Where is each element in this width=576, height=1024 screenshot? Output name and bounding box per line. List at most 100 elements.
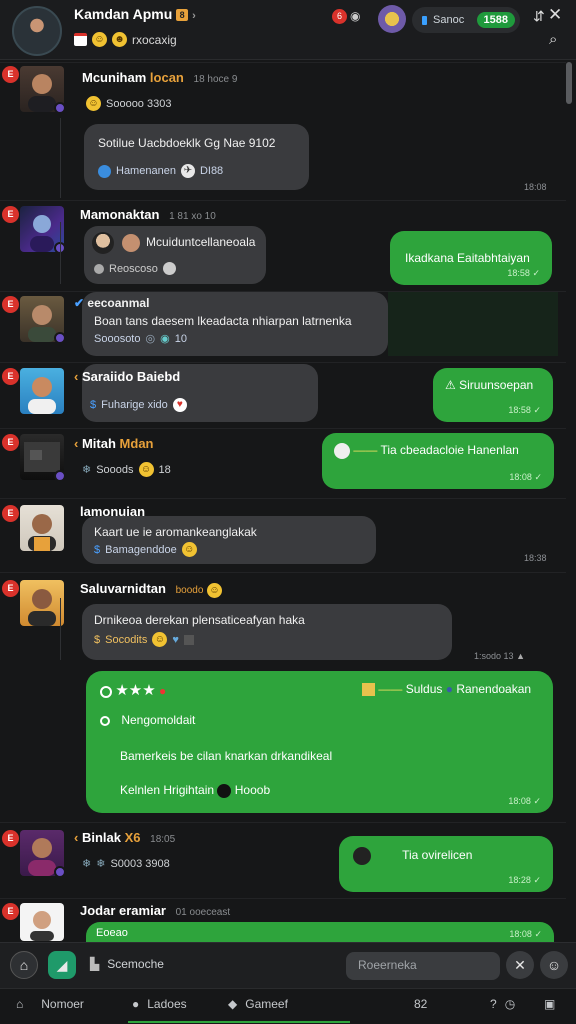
heart-icon: ♥ (172, 633, 179, 646)
timestamp: 1:sodo 13 ▲ (474, 651, 525, 661)
bell-icon: ▲ (516, 651, 525, 661)
chart-icon: ▙ (90, 957, 100, 971)
card-header-right: —— Suldus ● Ranendoakan (362, 682, 532, 697)
sender-name: ✔ eecoanmal (74, 296, 149, 310)
tools-icon[interactable]: ✕ (506, 951, 534, 979)
timestamp-text: 18:58 (508, 405, 531, 415)
avatar[interactable] (20, 296, 64, 342)
message-sub: $ Bamagenddoe ☺ (94, 542, 197, 557)
timestamp: 18:08 ✓ (508, 796, 541, 807)
nav-item-counter[interactable]: 82 (414, 997, 427, 1011)
composer-label[interactable]: ▙ Scemoche (90, 957, 164, 971)
outgoing-bubble[interactable]: ⚠ Siruunsoepan 18:58 ✓ (433, 368, 553, 422)
home-icon[interactable]: ⌂ (10, 951, 38, 979)
header-subtitle: ☺ ☻ rxocaxig (74, 32, 177, 47)
status-pill[interactable]: Sanoc 1588 (412, 7, 520, 33)
signal-icon (422, 15, 427, 25)
notification-badge[interactable]: 6 (332, 9, 347, 24)
sender-name-text: Binlak (81, 830, 121, 845)
person-icon (28, 589, 56, 626)
status-pill-count: 1588 (476, 12, 515, 28)
sender-name-alt: locan (149, 70, 184, 85)
header-title-badge: 8 (176, 9, 189, 22)
heart-icon: ♥ (172, 398, 187, 412)
nav-label: 82 (414, 997, 428, 1011)
nav-item-games[interactable]: ◆ Gameef (228, 997, 288, 1011)
message-text: Sotilue Uacbdoeklk Gg Nae 9102 (98, 136, 276, 150)
unread-badge: E (2, 206, 19, 223)
avatar[interactable] (20, 206, 64, 252)
sender-name-text: Mitah (81, 436, 116, 451)
avatar[interactable] (20, 580, 64, 626)
emoji-icon[interactable]: ☺ (540, 951, 568, 979)
outgoing-bubble[interactable]: Tia ovirelicen 18:28 ✓ (339, 836, 553, 892)
card-title-right2: Ranendoakan (456, 682, 532, 696)
sticker-icon[interactable]: ◢ (48, 951, 76, 979)
outgoing-bubble[interactable]: Ikadkana Eaitabhtaiyan 18:58 ✓ (390, 231, 552, 285)
message-input[interactable]: Roeerneka (346, 952, 500, 980)
avatar[interactable] (20, 434, 64, 480)
sender-name: Jodar eramiar 01 ooeceast (80, 903, 230, 918)
snowflake-icon: ❄ (82, 858, 92, 870)
card-rating: ★★★ (115, 682, 156, 699)
message-sub: Sooosoto ◎ ◉ 10 (94, 332, 187, 346)
nav-item-home[interactable]: ⌂ Nomoer (16, 997, 84, 1011)
clock-icon (217, 783, 232, 798)
message-bubble[interactable]: ‹ Saraiido Baiebd $ Fuharige xido ♥ (74, 364, 318, 422)
scrollbar[interactable] (566, 62, 572, 104)
dollar-icon: $ (94, 633, 101, 646)
avatar[interactable] (20, 505, 64, 551)
sender-name-alt: X6 (124, 830, 141, 845)
message-sub-text: Hamenanen (116, 165, 176, 177)
message-bubble[interactable]: ✔ eecoanmal Boan tans daesem lkeadacta n… (74, 292, 388, 356)
message-bubble[interactable]: Drnikeoa derekan plensaticeafyan haka $ … (82, 604, 452, 660)
sort-icon[interactable]: ⇵ (533, 8, 545, 25)
outgoing-bubble[interactable]: Eoeao 18:08 ✓ (86, 922, 554, 942)
avatar[interactable] (20, 368, 64, 414)
sender-name-text: Mamonaktan (80, 207, 160, 222)
sender-name-text: Saraiido Baiebd (81, 369, 181, 384)
group-avatar[interactable] (378, 5, 406, 33)
reaction-icon: ◎ (145, 333, 156, 345)
avatar[interactable] (20, 830, 64, 876)
eye-icon[interactable]: ◉ (350, 9, 360, 23)
avatar[interactable] (20, 903, 64, 941)
home-icon: ⌂ (16, 997, 24, 1011)
check-icon: ✓ (534, 472, 542, 482)
nav-active-indicator (128, 1021, 350, 1023)
presence-dot (54, 332, 64, 342)
check-icon: ✓ (532, 268, 540, 278)
nav-item-people[interactable]: ● Ladoes (132, 997, 187, 1011)
nav-item-actions[interactable]: ? ◷ (490, 997, 515, 1011)
card-line-text: Hooob (234, 783, 271, 797)
stop-icon (183, 634, 194, 645)
sender-name: Mamonaktan 1 81 xo 10 (80, 207, 216, 222)
card-line: Nengomoldait (100, 713, 195, 727)
sender-subline: ❄ ❄ S0003 3908 (82, 857, 170, 871)
avatar[interactable] (20, 66, 64, 112)
window-icon[interactable]: ▣ (544, 997, 555, 1011)
outgoing-bubble[interactable]: —— Tia cbeadacloie Hanenlan 18:08 ✓ (322, 433, 554, 489)
outgoing-card[interactable]: ★★★ ● —— Suldus ● Ranendoakan Nengomolda… (86, 671, 553, 813)
message-bubble[interactable]: Kaart ue ie aromankeanglakak $ Bamagendd… (82, 516, 376, 564)
sender-name: Saluvarnidtan boodo ☺ (80, 581, 223, 598)
unread-badge: E (2, 505, 19, 522)
avatar-mini-icon (353, 847, 371, 865)
verified-icon (98, 164, 111, 178)
avatar-mini-icon (122, 234, 140, 252)
message-bubble[interactable]: Sotilue Uacbdoeklk Gg Nae 9102 Hamenanen… (84, 124, 309, 190)
sender-sub-text: Sooods (96, 463, 134, 476)
person-icon (28, 514, 56, 551)
dash-icon: —— (378, 682, 403, 696)
globe-icon: ● (445, 682, 453, 696)
message-bubble[interactable]: Mcuiduntcellaneoala Reoscoso (84, 226, 266, 284)
search-icon[interactable]: ⌕ (549, 31, 557, 48)
close-icon[interactable]: ✕ (548, 5, 562, 25)
dot-icon (94, 263, 104, 274)
thread-line (60, 598, 61, 660)
sender-name-alt: Mdan (119, 436, 154, 451)
sender-sub-text: Sooooo 3303 (106, 97, 172, 110)
message-sub-text: Reoscoso (109, 262, 158, 275)
emoji-icon: ☺ (138, 462, 154, 477)
header-avatar[interactable] (12, 6, 62, 56)
